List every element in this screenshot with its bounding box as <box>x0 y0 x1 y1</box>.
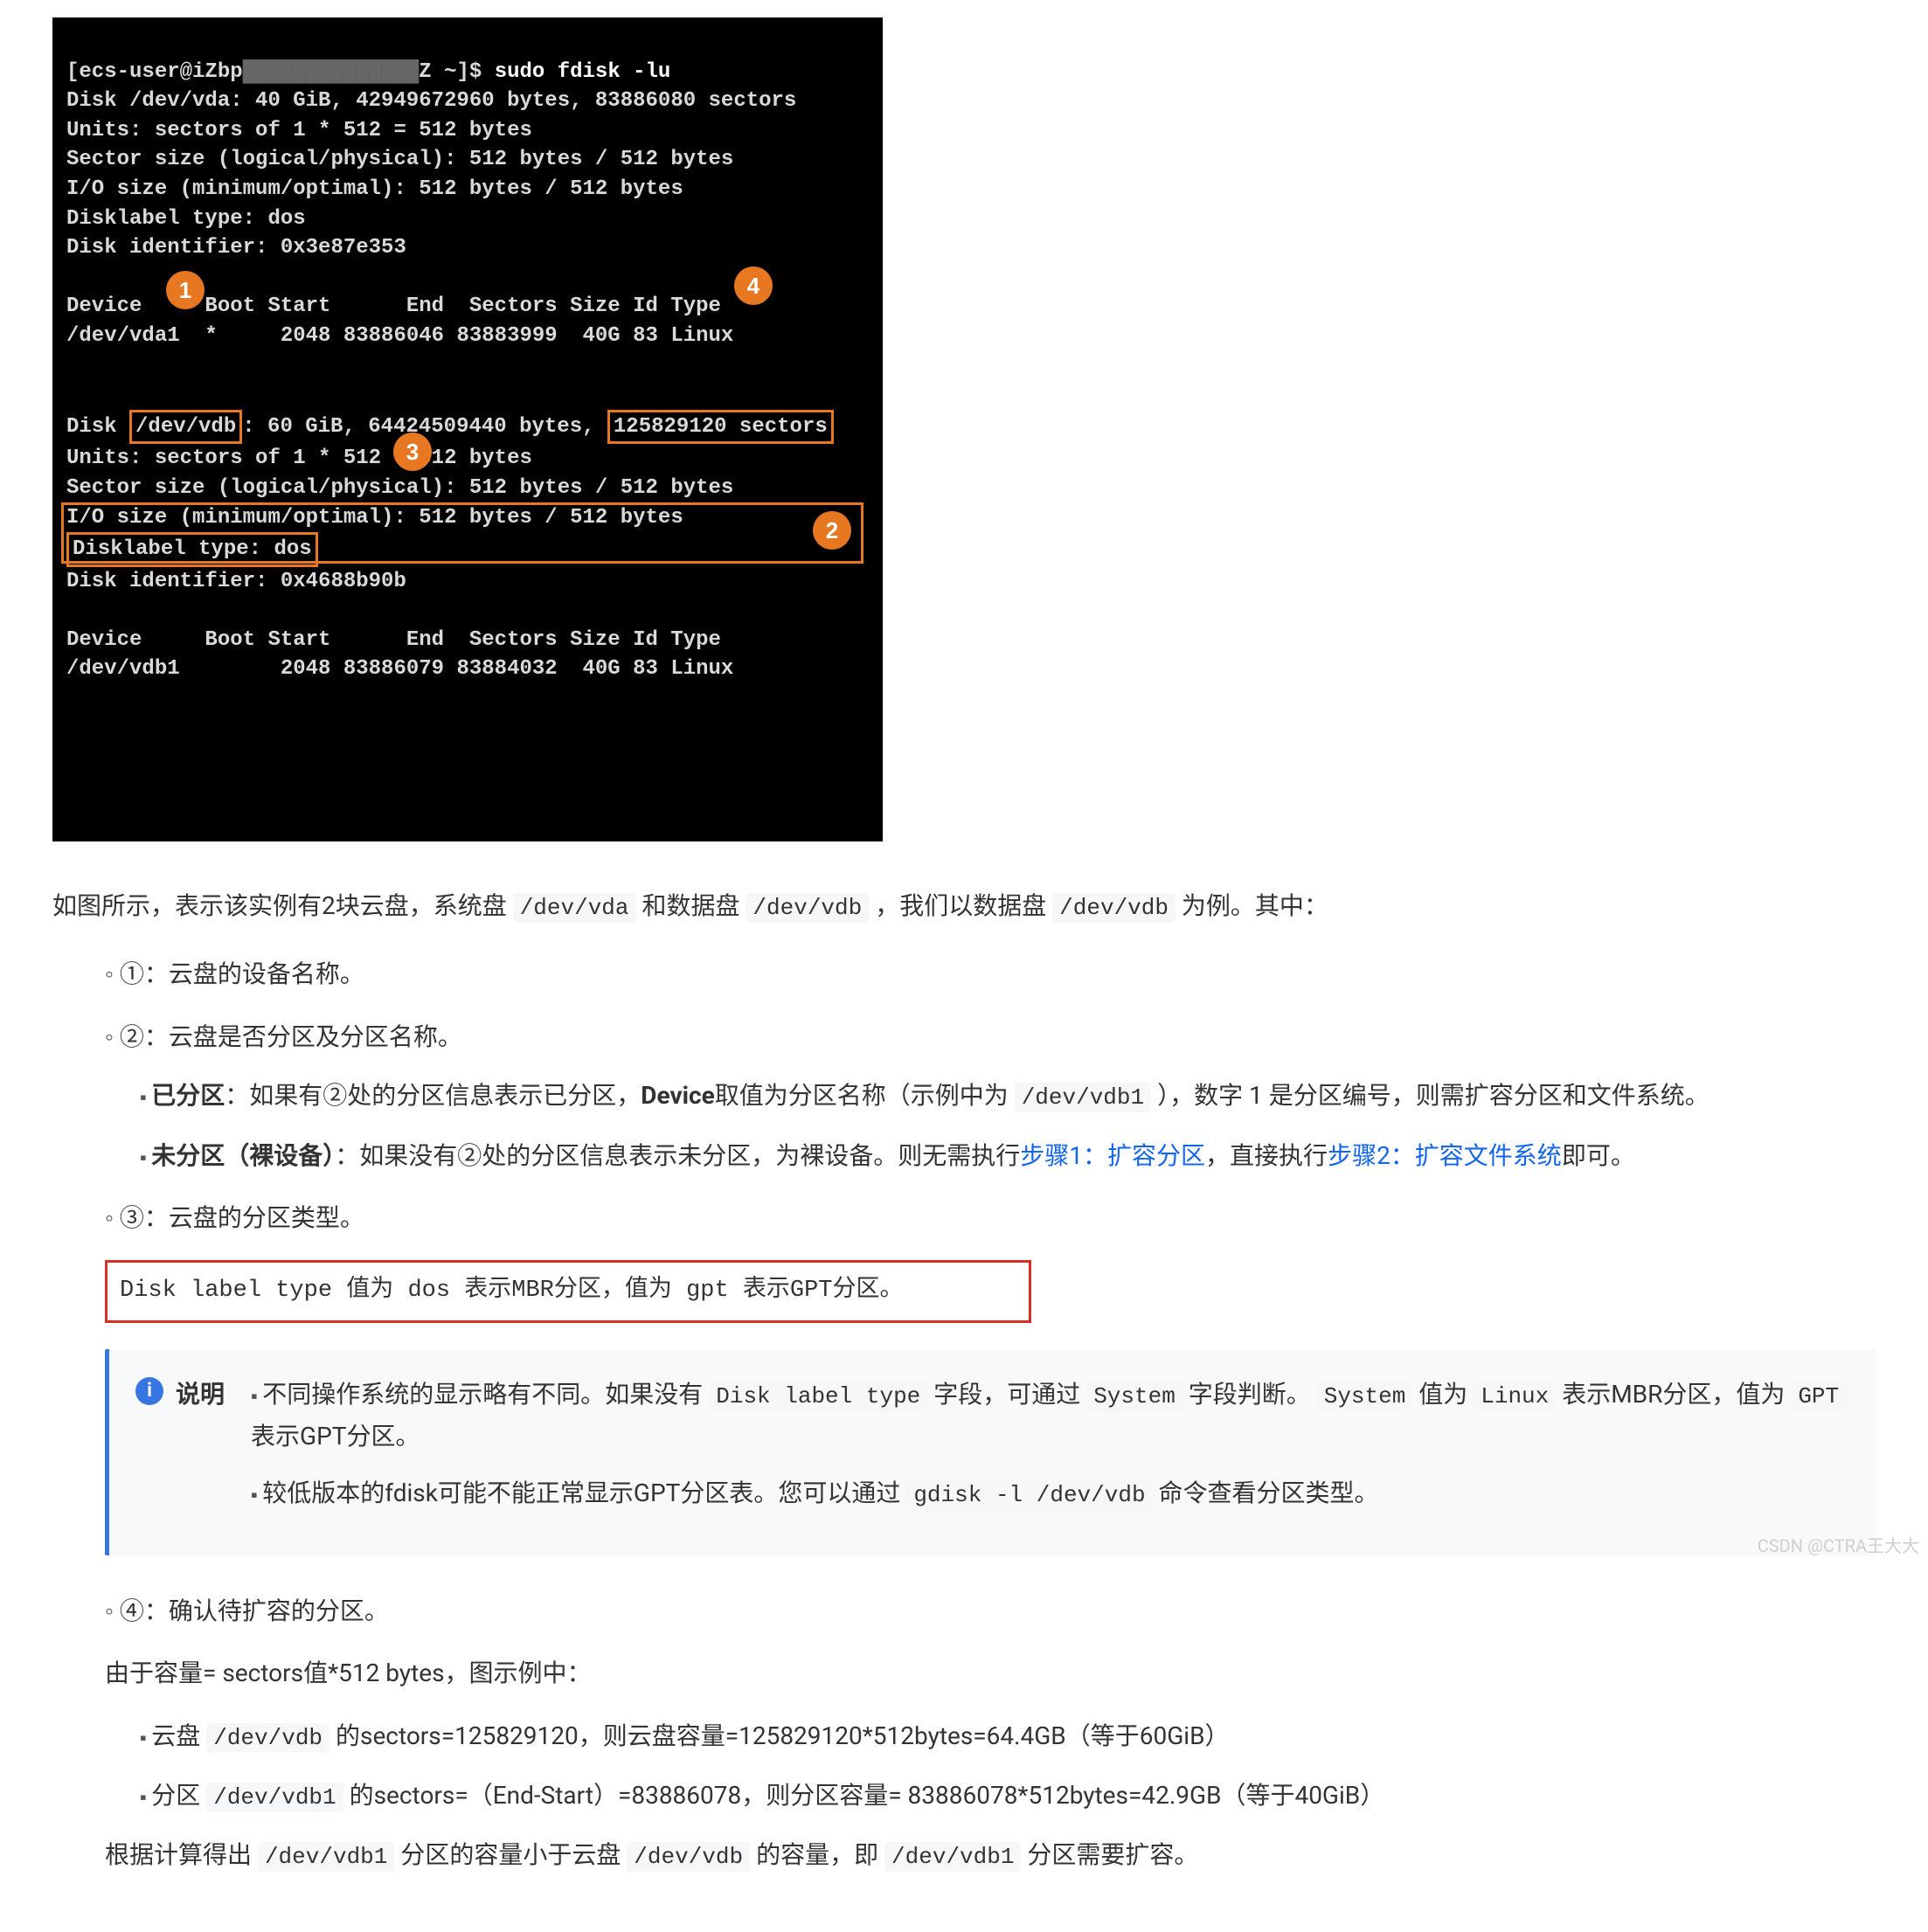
badge-4: 4 <box>734 267 773 305</box>
list-item-2a: 已分区：如果有②处的分区信息表示已分区，Device取值为分区名称（示例中为 /… <box>140 1075 1876 1117</box>
link-step1[interactable]: 步骤1：扩容分区 <box>1020 1141 1205 1170</box>
watermark: CSDN @CTRA王大大 <box>1758 1531 1919 1561</box>
badge-2: 2 <box>813 511 851 550</box>
badge-3: 3 <box>393 433 432 471</box>
code-dev-vdb1: /dev/vdb1 <box>1015 1083 1151 1112</box>
list-item-2b: 未分区（裸设备）：如果没有②处的分区信息表示未分区，为裸设备。则无需执行步骤1：… <box>140 1135 1876 1177</box>
highlight-sectors: 125829120 sectors <box>607 410 834 445</box>
badge-1: 1 <box>166 271 205 309</box>
list-item-4b: 分区 /dev/vdb1 的sectors=（End-Start）=838860… <box>140 1775 1876 1817</box>
item4-conclusion: 根据计算得出 /dev/vdb1 分区的容量小于云盘 /dev/vdb 的容量，… <box>52 1834 1876 1876</box>
note-title: 说明 <box>176 1374 225 1416</box>
list-item-2: ②：云盘是否分区及分区名称。 已分区：如果有②处的分区信息表示已分区，Devic… <box>105 1016 1876 1176</box>
highlight-partition-row <box>61 502 863 564</box>
list-item-4a: 云盘 /dev/vdb 的sectors=125829120，则云盘容量=125… <box>140 1715 1876 1757</box>
list-item-3: ③：云盘的分区类型。 <box>105 1197 1876 1239</box>
note-item-2: 较低版本的fdisk可能不能正常显示GPT分区表。您可以通过 gdisk -l … <box>251 1472 1849 1514</box>
code-dev-vdb: /dev/vdb <box>746 893 869 923</box>
note-item-1: 不同操作系统的显示略有不同。如果没有 Disk label type 字段，可通… <box>251 1374 1849 1458</box>
info-icon: i <box>135 1377 163 1405</box>
note-box: i 说明 不同操作系统的显示略有不同。如果没有 Disk label type … <box>105 1349 1876 1555</box>
code-dev-vdb-example: /dev/vdb <box>1052 893 1176 923</box>
link-step2[interactable]: 步骤2：扩容文件系统 <box>1328 1141 1562 1170</box>
item4-subtext: 由于容量= sectors值*512 bytes，图示例中： <box>52 1652 1876 1694</box>
list-item-1: ①：云盘的设备名称。 <box>105 953 1876 995</box>
list-item-4: ④：确认待扩容的分区。 <box>105 1590 1876 1632</box>
code-dev-vda: /dev/vda <box>513 893 636 923</box>
red-highlight-box: Disk label type 值为 dos 表示MBR分区，值为 gpt 表示… <box>105 1260 1031 1323</box>
highlight-dev-vdb: /dev/vdb <box>129 410 242 445</box>
intro-paragraph: 如图所示，表示该实例有2块云盘，系统盘 /dev/vda 和数据盘 /dev/v… <box>52 885 1876 927</box>
terminal-screenshot: [ecs-user@iZbp██████████████Z ~]$ sudo f… <box>52 17 883 841</box>
